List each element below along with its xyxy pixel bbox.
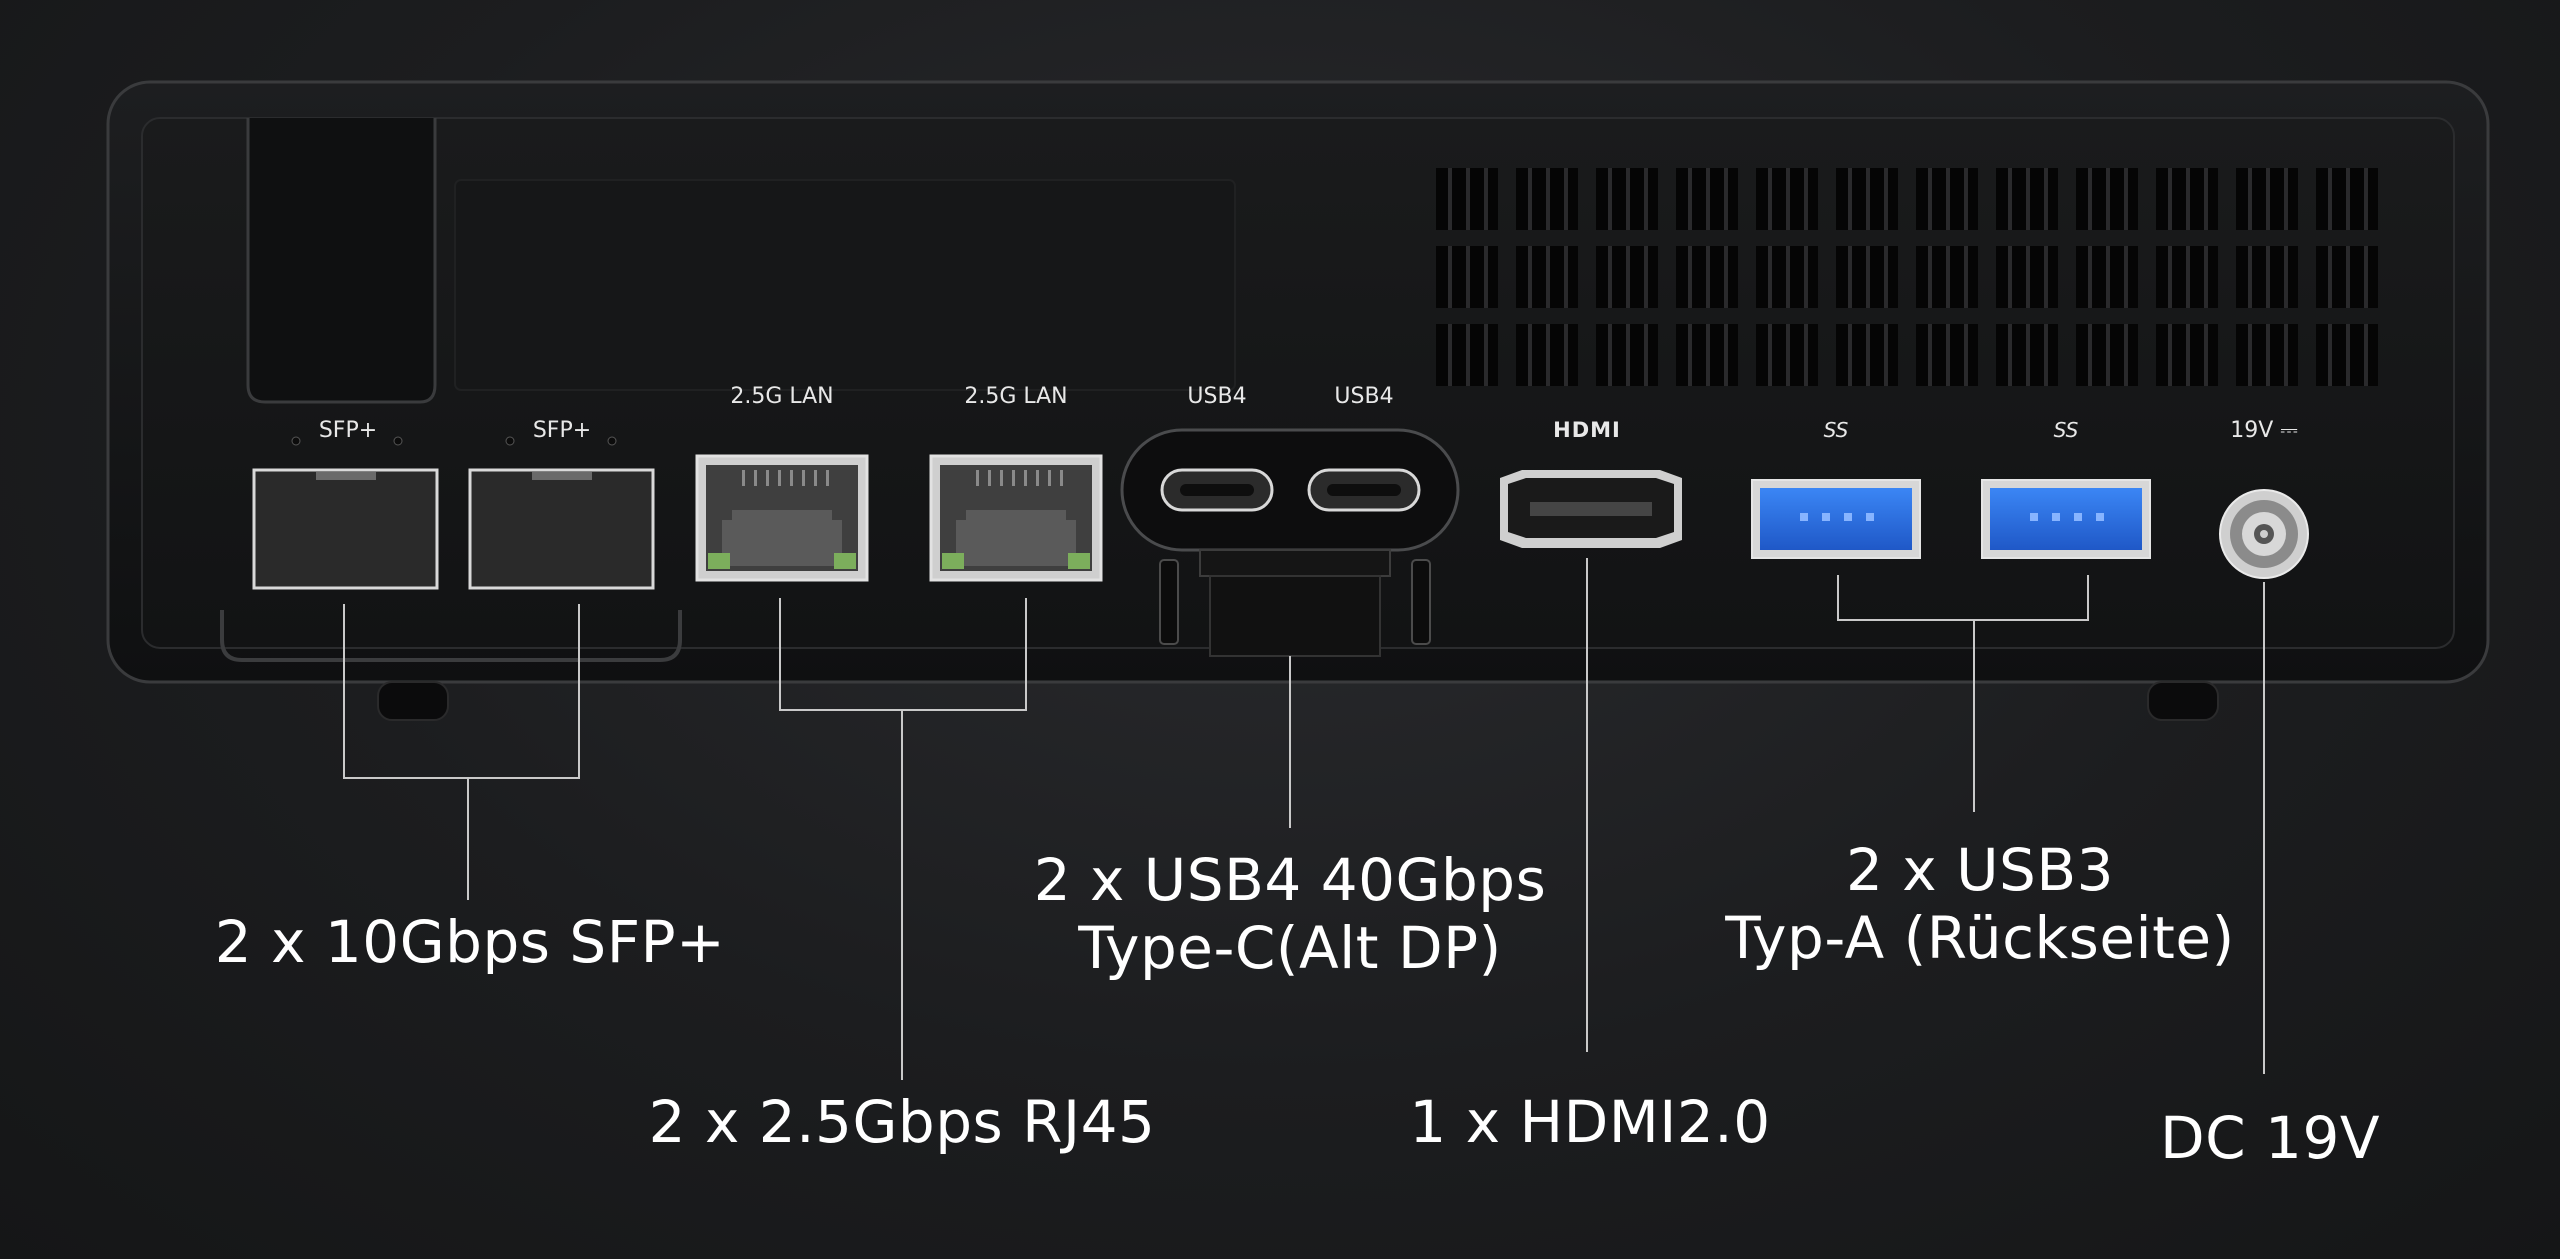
vent-slot [1516, 324, 1578, 386]
vent-slot [2156, 246, 2218, 308]
callout-usb4: 2 x USB4 40Gbps Type-C(Alt DP) [930, 846, 1650, 983]
callout-usb3-line1: 2 x USB3 [1845, 836, 2115, 904]
vent-slot [1436, 168, 1498, 230]
usb3-2-ss-label: SS [2053, 418, 2079, 442]
vent-slot [2236, 246, 2298, 308]
vent-slot [1996, 324, 2058, 386]
callout-sfp: 2 x 10Gbps SFP+ [214, 908, 726, 976]
vent-slot [1676, 324, 1738, 386]
usb3-1-ss-label: SS [1823, 418, 1849, 442]
mini-pc-rear-panel [106, 80, 2490, 1080]
vent-slot [1996, 168, 2058, 230]
vent-slot [2076, 168, 2138, 230]
vent-slot [1596, 324, 1658, 386]
callout-usb3-line2: Typ-A (Rückseite) [1725, 904, 2235, 973]
vent-slot [1916, 168, 1978, 230]
sfp1-label: SFP+ [318, 418, 378, 443]
hdmi-label: HDMI [1553, 418, 1621, 442]
callout-hdmi: 1 x HDMI2.0 [1409, 1088, 1771, 1156]
usb3-port-2 [1981, 479, 2151, 559]
vent-slot [1596, 168, 1658, 230]
dc-jack [2219, 489, 2309, 579]
vent-slot [2316, 324, 2378, 386]
vent-slot [1516, 246, 1578, 308]
usb4-1-label: USB4 [1187, 384, 1247, 409]
foot-left [377, 681, 449, 721]
callout-dc: DC 19V [2159, 1104, 2381, 1172]
vent-slot [1756, 168, 1818, 230]
rj45-port-2 [929, 454, 1103, 582]
usb3-port-1 [1751, 479, 1921, 559]
callout-usb4-line2: Type-C(Alt DP) [1078, 914, 1502, 983]
callout-rj45: 2 x 2.5Gbps RJ45 [648, 1088, 1156, 1156]
callout-usb4-line1: 2 x USB4 40Gbps [1033, 846, 1547, 914]
vent-slot [1436, 246, 1498, 308]
vent-slot [2076, 324, 2138, 386]
vent-slot [2236, 324, 2298, 386]
lan2-label: 2.5G LAN [964, 384, 1068, 409]
vent-slot [1916, 246, 1978, 308]
vent-slot [1996, 246, 2058, 308]
lan1-label: 2.5G LAN [730, 384, 834, 409]
vent-slot [1436, 324, 1498, 386]
vent-slot [1676, 246, 1738, 308]
vent-slot [2236, 168, 2298, 230]
vent-slot [1596, 246, 1658, 308]
vent-slot [1756, 246, 1818, 308]
vent-slot [2316, 168, 2378, 230]
vent-slot [1836, 246, 1898, 308]
vent-slot [1756, 324, 1818, 386]
callout-usb3: 2 x USB3 Typ-A (Rückseite) [1600, 836, 2360, 973]
dc-voltage-label: 19V ⎓ [2230, 418, 2298, 443]
foot-right [2147, 681, 2219, 721]
hdmi-port [1500, 470, 1682, 548]
usb4-2-label: USB4 [1334, 384, 1394, 409]
vent-slot [2156, 324, 2218, 386]
vent-slot [2156, 168, 2218, 230]
vent-slot [2316, 246, 2378, 308]
vent-slot [1916, 324, 1978, 386]
vent-slot [2076, 246, 2138, 308]
vent-slot [1516, 168, 1578, 230]
vent-slot [1676, 168, 1738, 230]
vent-slot [1836, 168, 1898, 230]
sfp2-label: SFP+ [532, 418, 592, 443]
label-recess [454, 179, 1236, 391]
vent-slot [1836, 324, 1898, 386]
expansion-slot-cutout [246, 118, 437, 404]
rj45-port-1 [695, 454, 869, 582]
